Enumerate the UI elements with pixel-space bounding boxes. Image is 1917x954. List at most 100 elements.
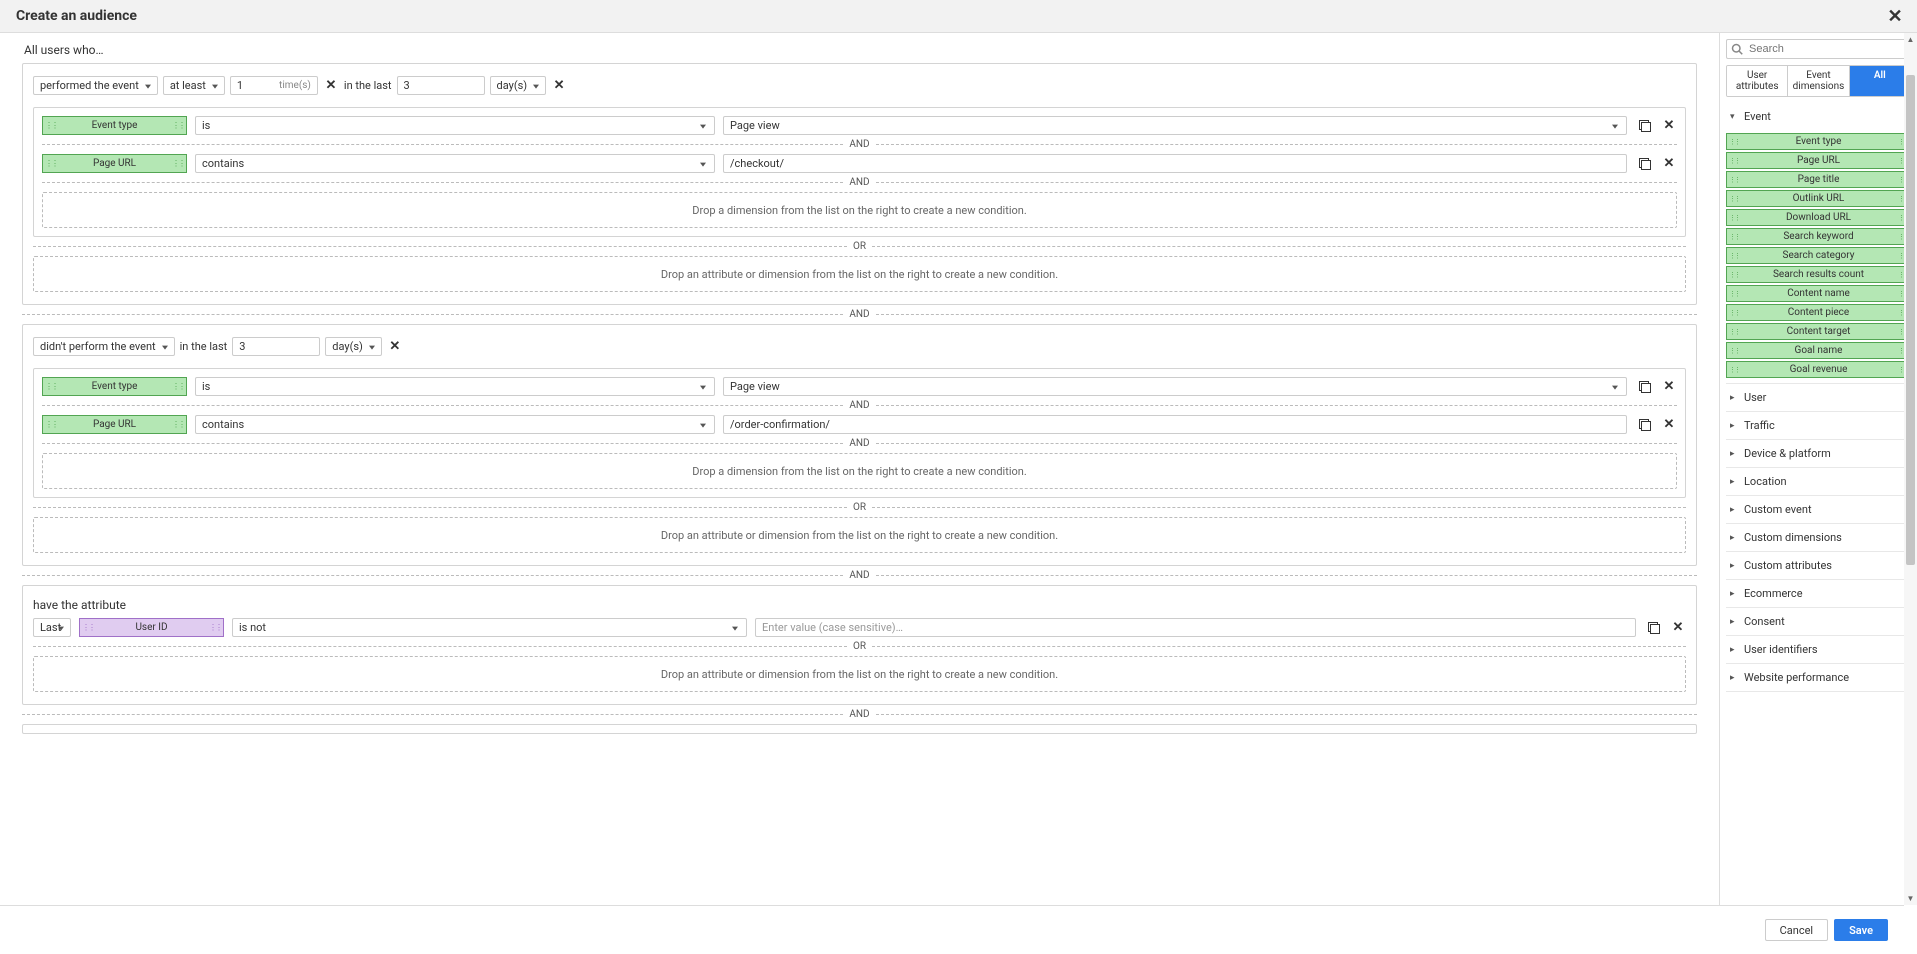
category-header-event[interactable]: ▾ Event [1726, 103, 1911, 130]
copy-icon[interactable] [1635, 117, 1653, 135]
intro-text: All users who… [8, 39, 1711, 63]
chevron-right-icon: ▸ [1730, 421, 1740, 431]
category-header[interactable]: ▸Ecommerce [1726, 580, 1911, 607]
days-unit-select[interactable]: day(s) [325, 337, 382, 356]
chevron-right-icon: ▸ [1730, 449, 1740, 459]
tab-event-dimensions[interactable]: Event dimensions [1788, 66, 1849, 96]
save-button[interactable]: Save [1834, 919, 1888, 941]
value-select[interactable]: Page view [723, 377, 1627, 396]
category-header[interactable]: ▸Device & platform [1726, 440, 1911, 467]
copy-icon[interactable] [1635, 378, 1653, 396]
remove-condition-icon[interactable]: ✕ [1661, 156, 1677, 172]
next-block-preview [22, 724, 1697, 734]
category-header[interactable]: ▸Website performance [1726, 664, 1911, 691]
dimension-chip-event-type[interactable]: Event type [42, 116, 187, 135]
draggable-dimension[interactable]: Content piece [1726, 304, 1911, 321]
conditions-inner: Event type is Page view ✕ AND Page URL c… [33, 107, 1686, 237]
operator-select[interactable]: contains [195, 415, 715, 434]
remove-condition-icon[interactable]: ✕ [1661, 417, 1677, 433]
category: ▸User identifiers [1726, 636, 1911, 664]
operator-select[interactable]: is [195, 116, 715, 135]
draggable-dimension[interactable]: Content target [1726, 323, 1911, 340]
category-header[interactable]: ▸Custom dimensions [1726, 524, 1911, 551]
drop-attr-zone[interactable]: Drop an attribute or dimension from the … [33, 517, 1686, 553]
at-least-select[interactable]: at least [163, 76, 225, 95]
outer-and-separator: AND [22, 570, 1697, 581]
dimension-chip-page-url[interactable]: Page URL [42, 415, 187, 434]
dimension-chip-page-url[interactable]: Page URL [42, 154, 187, 173]
tab-user-attributes[interactable]: User attributes [1727, 66, 1788, 96]
operator-select[interactable]: contains [195, 154, 715, 173]
draggable-dimension[interactable]: Page title [1726, 171, 1911, 188]
days-unit-select[interactable]: day(s) [490, 76, 547, 95]
operator-select[interactable]: is [195, 377, 715, 396]
remove-condition-icon[interactable]: ✕ [1661, 379, 1677, 395]
or-separator: OR [33, 641, 1686, 652]
remove-period-icon[interactable]: ✕ [551, 78, 567, 94]
in-last-label: in the last [344, 79, 392, 92]
attribute-chip-user-id[interactable]: User ID [79, 618, 224, 637]
copy-icon[interactable] [1635, 416, 1653, 434]
chevron-right-icon: ▸ [1730, 393, 1740, 403]
category-header[interactable]: ▸Consent [1726, 608, 1911, 635]
category-header[interactable]: ▸User [1726, 384, 1911, 411]
chevron-right-icon: ▸ [1730, 505, 1740, 515]
category-header[interactable]: ▸Traffic [1726, 412, 1911, 439]
category: ▸Traffic [1726, 412, 1911, 440]
draggable-dimension[interactable]: Search results count [1726, 266, 1911, 283]
category-header[interactable]: ▸Custom attributes [1726, 552, 1911, 579]
remove-condition-icon[interactable]: ✕ [1661, 118, 1677, 134]
drop-dimension-zone[interactable]: Drop a dimension from the list on the ri… [42, 192, 1677, 228]
draggable-dimension[interactable]: Event type [1726, 133, 1911, 150]
draggable-dimension[interactable]: Page URL [1726, 152, 1911, 169]
days-input[interactable]: 3 [232, 337, 320, 356]
remove-period-icon[interactable]: ✕ [387, 339, 403, 355]
draggable-dimension[interactable]: Outlink URL [1726, 190, 1911, 207]
value-select[interactable]: Page view [723, 116, 1627, 135]
category-header[interactable]: ▸Location [1726, 468, 1911, 495]
footer: Cancel Save [0, 905, 1904, 954]
cancel-button[interactable]: Cancel [1765, 919, 1828, 941]
tab-all[interactable]: All [1850, 66, 1910, 96]
event-action-select[interactable]: didn't perform the event [33, 337, 175, 356]
scrollbar[interactable]: ▲ ▼ [1904, 33, 1917, 905]
category: ▸Consent [1726, 608, 1911, 636]
draggable-dimension[interactable]: Goal name [1726, 342, 1911, 359]
close-button[interactable]: ✕ [1881, 0, 1909, 32]
category-header[interactable]: ▸Custom event [1726, 496, 1911, 523]
value-input[interactable]: /checkout/ [723, 154, 1627, 173]
times-input[interactable]: 1 time(s) [230, 76, 318, 95]
copy-icon[interactable] [1644, 619, 1662, 637]
draggable-dimension[interactable]: Search category [1726, 247, 1911, 264]
days-value: 3 [239, 340, 245, 353]
operator-select[interactable]: is not [232, 618, 747, 637]
value-input[interactable]: Enter value (case sensitive)… [755, 618, 1636, 637]
drop-attr-zone[interactable]: Drop an attribute or dimension from the … [33, 256, 1686, 292]
scope-select[interactable]: Last [33, 618, 71, 637]
drop-dimension-zone[interactable]: Drop a dimension from the list on the ri… [42, 453, 1677, 489]
category-header[interactable]: ▸User identifiers [1726, 636, 1911, 663]
dimension-chip-event-type[interactable]: Event type [42, 377, 187, 396]
value-input[interactable]: /order-confirmation/ [723, 415, 1627, 434]
category: ▸Custom event [1726, 496, 1911, 524]
scroll-thumb[interactable] [1906, 75, 1915, 565]
event-items-list: Event type Page URL Page title Outlink URL D… [1726, 130, 1911, 383]
days-input[interactable]: 3 [397, 76, 485, 95]
remove-times-icon[interactable]: ✕ [323, 78, 339, 94]
draggable-dimension[interactable]: Content name [1726, 285, 1911, 302]
remove-condition-icon[interactable]: ✕ [1670, 620, 1686, 636]
draggable-dimension[interactable]: Search keyword [1726, 228, 1911, 245]
category: ▸User [1726, 384, 1911, 412]
scroll-down-icon[interactable]: ▼ [1904, 892, 1917, 905]
search-icon [1731, 43, 1743, 55]
times-suffix: time(s) [279, 80, 311, 91]
draggable-dimension[interactable]: Goal revenue [1726, 361, 1911, 378]
scroll-up-icon[interactable]: ▲ [1904, 33, 1917, 46]
draggable-dimension[interactable]: Download URL [1726, 209, 1911, 226]
event-action-select[interactable]: performed the event [33, 76, 158, 95]
chevron-right-icon: ▸ [1730, 477, 1740, 487]
chevron-right-icon: ▸ [1730, 617, 1740, 627]
copy-icon[interactable] [1635, 155, 1653, 173]
drop-attr-zone[interactable]: Drop an attribute or dimension from the … [33, 656, 1686, 692]
search-input[interactable] [1726, 39, 1911, 59]
